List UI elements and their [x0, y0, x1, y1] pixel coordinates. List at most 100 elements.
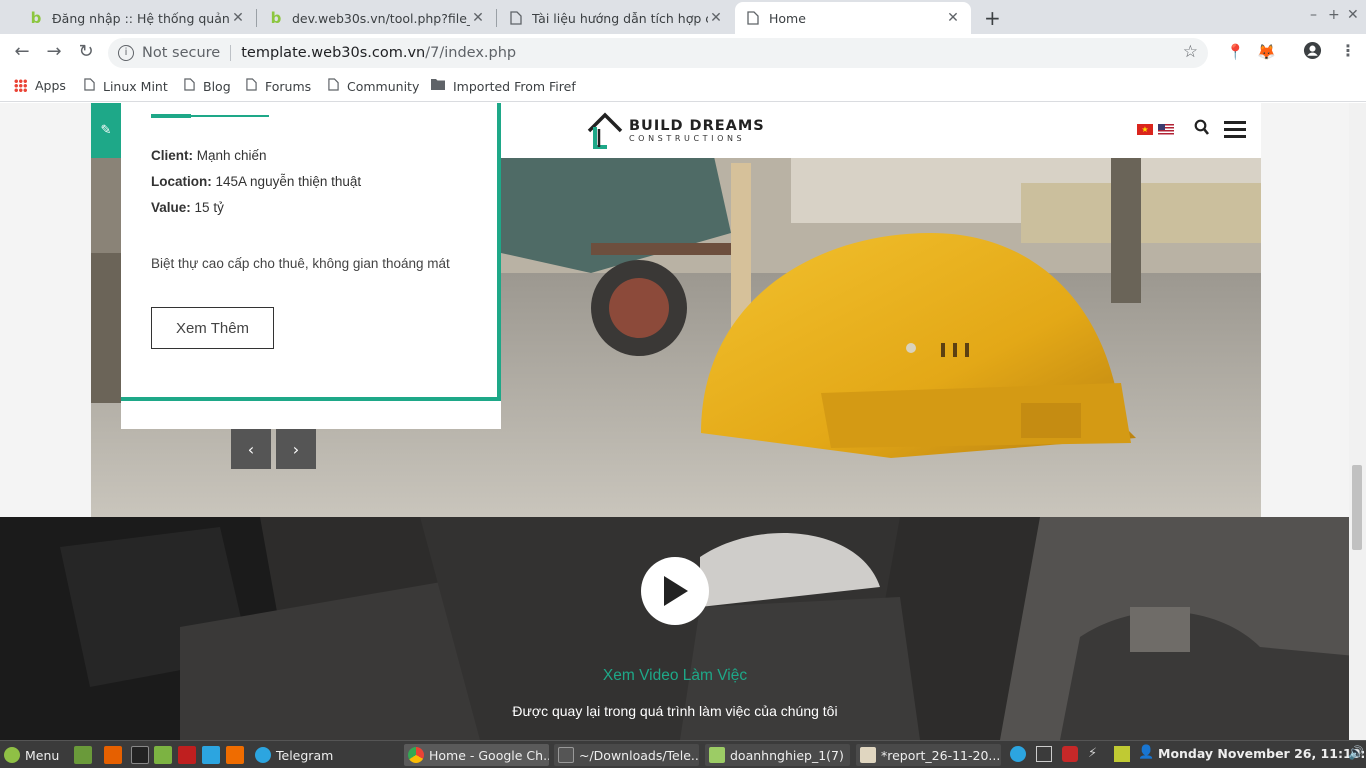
page-viewport: ✎ BUILD DREAMS CONSTRUCTIONS ★ Client: M… [0, 103, 1366, 740]
close-icon[interactable]: ✕ [708, 10, 724, 26]
extension-fox-icon[interactable]: 🦊 [1257, 43, 1276, 61]
chevron-right-icon: › [292, 439, 300, 459]
project-description: Biệt thự cao cấp cho thuê, không gian th… [151, 256, 450, 271]
window-label: doanhnghiep_1(7) [730, 747, 844, 763]
telegram-tray-icon[interactable] [1010, 746, 1026, 762]
house-logo-icon [587, 112, 623, 149]
view-more-button[interactable]: Xem Thêm [151, 307, 274, 349]
us-flag-icon[interactable] [1158, 124, 1174, 135]
value-row: Value: 15 tỷ [151, 200, 224, 215]
show-desktop-icon[interactable] [74, 746, 92, 764]
tab-divider [256, 9, 257, 27]
play-video-button[interactable] [641, 557, 709, 625]
reload-icon[interactable]: ↻ [74, 41, 98, 62]
play-icon [664, 576, 688, 606]
tab-docs[interactable]: Tài liệu hướng dẫn tích hợp cổng ✕ [498, 2, 734, 34]
bookmark-community[interactable]: Community [328, 78, 419, 95]
browser-tab-strip: b Đăng nhập :: Hệ thống quản trị ✕ b dev… [0, 0, 1366, 34]
video-subtitle: Được quay lại trong quá trình làm việc c… [512, 703, 838, 719]
keyboard-tray-icon[interactable] [1036, 746, 1052, 762]
slider-prev-button[interactable]: ‹ [231, 429, 271, 469]
video-title[interactable]: Xem Video Làm Việc [0, 667, 1350, 685]
mint-logo-icon [4, 747, 20, 763]
volume-tray-icon[interactable]: 🔊 [1348, 746, 1364, 762]
bookmark-linux-mint[interactable]: Linux Mint [84, 78, 168, 95]
bookmark-imported-folder[interactable]: Imported From Firef [431, 78, 576, 94]
card-border-right [497, 103, 501, 401]
url-path: /7/index.php [425, 45, 517, 61]
page-icon [508, 10, 524, 26]
terminal-icon[interactable] [131, 746, 149, 764]
taskbar-window-chrome[interactable]: Home - Google Ch... [404, 744, 549, 766]
window-label: Telegram [276, 747, 334, 763]
video-section: Xem Video Làm Việc Được quay lại trong q… [0, 517, 1366, 740]
shield-tray-icon[interactable] [1062, 746, 1078, 762]
bookmark-label: Forums [265, 79, 312, 94]
kebab-menu-icon[interactable]: ⋮ [1340, 41, 1356, 60]
taskbar-window-telegram[interactable]: Telegram [255, 744, 395, 766]
location-pin-icon[interactable]: 📍 [1226, 43, 1245, 61]
vietnam-flag-icon[interactable]: ★ [1137, 124, 1153, 135]
page-scrollbar[interactable] [1349, 103, 1366, 740]
system-clock[interactable]: Monday November 26, 11:10:09 [1158, 746, 1366, 761]
folder-icon [431, 78, 445, 94]
browser-toolbar: ← → ↻ i Not secure template.web30s.com.v… [0, 34, 1366, 72]
maximize-icon[interactable]: + [1328, 7, 1340, 23]
sublime-launcher-icon[interactable] [226, 746, 244, 764]
minimize-icon[interactable]: – [1310, 7, 1317, 23]
info-icon[interactable]: i [118, 45, 134, 61]
text-editor-icon [860, 747, 876, 763]
site-logo[interactable]: BUILD DREAMS CONSTRUCTIONS [585, 111, 765, 151]
back-icon[interactable]: ← [10, 41, 34, 62]
bookmark-label: Community [347, 79, 420, 94]
taskbar-window-folder[interactable]: doanhnghiep_1(7) [705, 744, 850, 766]
security-label: Not secure [142, 45, 221, 61]
address-divider [230, 45, 232, 61]
chrome-icon [408, 747, 424, 763]
search-icon[interactable] [1194, 119, 1210, 137]
scrollbar-thumb[interactable] [1352, 465, 1362, 550]
slider-next-button[interactable]: › [276, 429, 316, 469]
new-tab-button[interactable]: + [984, 6, 1001, 30]
tab-title: Home [769, 10, 806, 26]
bookmark-blog[interactable]: Blog [184, 78, 231, 95]
filezilla-icon[interactable] [178, 746, 196, 764]
files-icon[interactable] [154, 746, 172, 764]
bookmark-forums[interactable]: Forums [246, 78, 311, 95]
menu-label: Menu [25, 747, 60, 763]
taskbar-window-report[interactable]: *report_26-11-20... [856, 744, 1001, 766]
close-icon[interactable]: ✕ [945, 10, 961, 26]
value-value: 15 tỷ [194, 200, 224, 215]
forward-icon[interactable]: → [42, 41, 66, 62]
b-logo-icon: b [270, 9, 282, 27]
sublime-icon [558, 747, 574, 763]
close-icon[interactable]: ✕ [230, 10, 246, 26]
bookmark-star-icon[interactable]: ☆ [1183, 42, 1198, 62]
profile-icon[interactable] [1303, 41, 1322, 64]
user-tray-icon[interactable]: 👤 [1138, 745, 1154, 761]
update-tray-icon[interactable] [1114, 746, 1130, 762]
address-bar[interactable]: i Not secure template.web30s.com.vn /7/i… [108, 38, 1208, 68]
logo-tagline: CONSTRUCTIONS [629, 133, 746, 143]
window-label: Home - Google Ch... [429, 747, 549, 763]
os-taskbar: Menu Telegram Home - Google Ch... ~/Down… [0, 740, 1366, 768]
taskbar-window-sublime[interactable]: ~/Downloads/Tele... [554, 744, 699, 766]
tab-dev-tool[interactable]: b dev.web30s.vn/tool.php?file_pa ✕ [258, 2, 496, 34]
card-divider-accent [151, 114, 191, 118]
close-icon[interactable]: ✕ [470, 10, 486, 26]
network-tray-icon[interactable]: ⚡ [1088, 746, 1104, 762]
start-menu-button[interactable]: Menu [4, 744, 59, 766]
bookmark-apps[interactable]: Apps [14, 78, 66, 93]
bookmarks-bar: Apps Linux Mint Blog Forums Community Im… [0, 72, 1366, 102]
tab-login[interactable]: b Đăng nhập :: Hệ thống quản trị ✕ [18, 2, 256, 34]
location-value: 145A nguyễn thiện thuật [215, 174, 362, 189]
client-label: Client: [151, 148, 193, 163]
hamburger-menu-icon[interactable] [1224, 121, 1246, 138]
edit-icon[interactable]: ✎ [91, 103, 121, 158]
telegram-launcher-icon[interactable] [202, 746, 220, 764]
tab-home[interactable]: Home ✕ [735, 2, 971, 34]
page-icon [745, 10, 761, 26]
folder-icon [709, 747, 725, 763]
firefox-icon[interactable] [104, 746, 122, 764]
close-window-icon[interactable]: ✕ [1347, 7, 1359, 23]
